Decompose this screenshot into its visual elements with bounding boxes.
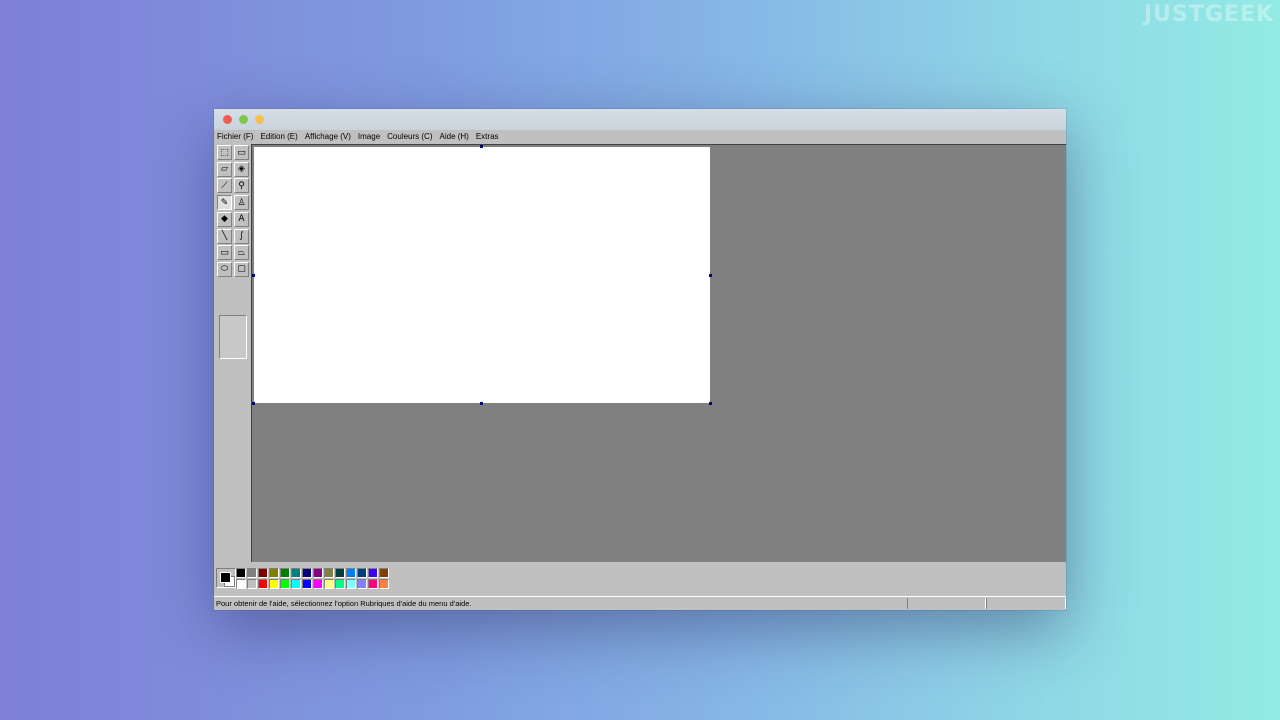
color-swatch[interactable]	[269, 568, 279, 578]
color-swatch[interactable]	[357, 579, 367, 589]
resize-handle-bottom[interactable]	[480, 402, 483, 405]
resize-handle-left	[252, 274, 255, 277]
menu-aide[interactable]: Aide (H)	[440, 130, 469, 144]
menu-image[interactable]: Image	[358, 130, 380, 144]
color-swatch[interactable]	[258, 568, 268, 578]
color-swatch[interactable]	[346, 568, 356, 578]
menu-bar: Fichier (F) Edition (E) Affichage (V) Im…	[214, 130, 1066, 144]
select-icon[interactable]: ▭	[234, 145, 249, 160]
magnifier-icon[interactable]: ⚲	[234, 178, 249, 194]
color-swatch[interactable]	[291, 568, 301, 578]
color-swatch[interactable]	[335, 579, 345, 589]
current-colors	[216, 568, 236, 588]
airbrush-icon[interactable]: ◆	[217, 211, 232, 227]
color-swatch[interactable]	[302, 568, 312, 578]
status-cell-size	[986, 598, 1066, 609]
color-swatch[interactable]	[236, 568, 246, 578]
curve-icon[interactable]: ∫	[234, 228, 249, 244]
color-swatch[interactable]	[247, 579, 257, 589]
watermark-logo: JUSTGEEK	[1143, 2, 1274, 27]
color-palette	[214, 562, 1066, 594]
color-swatch[interactable]	[324, 579, 334, 589]
color-swatch[interactable]	[379, 579, 389, 589]
color-swatch[interactable]	[313, 579, 323, 589]
polygon-icon[interactable]: ⏢	[234, 245, 249, 261]
canvas-workspace	[251, 144, 1066, 562]
palette-swatches	[236, 568, 389, 589]
rounded-rectangle-icon[interactable]: ▢	[234, 261, 249, 277]
menu-edition[interactable]: Edition (E)	[260, 130, 297, 144]
pencil-icon[interactable]: ✎	[217, 195, 232, 211]
color-swatch[interactable]	[280, 579, 290, 589]
text-icon[interactable]: A	[234, 211, 249, 227]
tool-options-box[interactable]	[219, 315, 247, 359]
eraser-icon[interactable]: ▱	[217, 161, 232, 177]
color-swatch[interactable]	[313, 568, 323, 578]
menu-extras[interactable]: Extras	[476, 130, 499, 144]
resize-handle-right[interactable]	[709, 274, 712, 277]
close-button[interactable]	[223, 115, 232, 124]
brush-icon[interactable]: ♙	[234, 195, 249, 211]
menu-affichage[interactable]: Affichage (V)	[305, 130, 351, 144]
color-swatch[interactable]	[258, 579, 268, 589]
color-picker-icon[interactable]: ⟋	[217, 178, 232, 194]
drawing-canvas[interactable]	[254, 147, 710, 403]
resize-handle-corner[interactable]	[709, 402, 712, 405]
resize-handle-bottom-left	[252, 402, 255, 405]
color-swatch[interactable]	[280, 568, 290, 578]
fill-icon[interactable]: ◈	[234, 161, 249, 177]
menu-couleurs[interactable]: Couleurs (C)	[387, 130, 432, 144]
toolbox: ⬚ ▭ ▱ ◈ ⟋ ⚲ ✎ ♙ ◆ A ╲ ∫ ▭ ⏢ ⬭ ▢	[214, 144, 251, 562]
color-swatch[interactable]	[368, 568, 378, 578]
status-help-text: Pour obtenir de l'aide, sélectionnez l'o…	[216, 599, 472, 608]
color-swatch[interactable]	[236, 579, 246, 589]
zoom-button[interactable]	[239, 115, 248, 124]
color-swatch[interactable]	[302, 579, 312, 589]
color-swatch[interactable]	[335, 568, 345, 578]
color-swatch[interactable]	[324, 568, 334, 578]
rectangle-icon[interactable]: ▭	[217, 245, 232, 261]
color-swatch[interactable]	[346, 579, 356, 589]
foreground-color	[220, 572, 231, 583]
minimize-button[interactable]	[255, 115, 264, 124]
line-icon[interactable]: ╲	[217, 228, 232, 244]
menu-fichier[interactable]: Fichier (F)	[217, 130, 253, 144]
color-swatch[interactable]	[291, 579, 301, 589]
title-bar	[214, 109, 1066, 130]
status-bar: Pour obtenir de l'aide, sélectionnez l'o…	[214, 596, 1066, 610]
ellipse-icon[interactable]: ⬭	[217, 261, 232, 277]
resize-handle-top[interactable]	[480, 145, 483, 148]
status-cell-position	[907, 598, 986, 609]
color-swatch[interactable]	[357, 568, 367, 578]
free-form-select-icon[interactable]: ⬚	[217, 145, 232, 160]
color-swatch[interactable]	[368, 579, 378, 589]
color-swatch[interactable]	[247, 568, 257, 578]
paint-window: Fichier (F) Edition (E) Affichage (V) Im…	[214, 109, 1066, 610]
color-swatch[interactable]	[379, 568, 389, 578]
color-swatch[interactable]	[269, 579, 279, 589]
